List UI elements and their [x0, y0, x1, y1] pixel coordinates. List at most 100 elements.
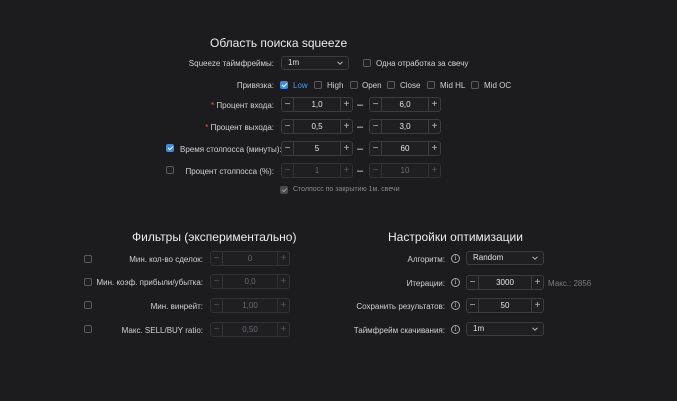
stoploss-percent-max-stepper[interactable]: − 10 +: [369, 163, 441, 178]
plus-icon: +: [277, 275, 289, 288]
filter-max-ratio-stepper[interactable]: − 0,50 +: [210, 322, 290, 337]
binding-open-label: Open: [362, 81, 382, 90]
plus-icon: +: [277, 252, 289, 265]
plus-icon[interactable]: +: [340, 120, 352, 133]
exit-min-value[interactable]: 0,5: [294, 120, 340, 133]
entry-max-value[interactable]: 6,0: [382, 98, 428, 111]
optimization-title: Настройки оптимизации: [388, 230, 523, 244]
filter-max-ratio-value: 0,50: [242, 325, 258, 334]
stoploss-close-checkbox[interactable]: [280, 186, 288, 194]
filter-min-trades-label: Мин. кол-во сделок:: [129, 255, 203, 264]
chevron-down-icon: [337, 61, 343, 65]
plus-icon[interactable]: +: [340, 142, 352, 155]
info-icon[interactable]: i: [451, 325, 460, 334]
exit-max-stepper[interactable]: − 3,0 +: [369, 119, 441, 134]
plus-icon: +: [277, 323, 289, 336]
filter-min-winrate-value: 1,00: [242, 301, 258, 310]
filters-title: Фильтры (экспериментально): [132, 230, 297, 244]
range-dash: –: [357, 99, 364, 111]
minus-icon[interactable]: −: [282, 98, 294, 111]
stoploss-percent-min-value: 1: [314, 166, 320, 175]
entry-percent-label: * Процент входа:: [210, 101, 274, 110]
minus-icon[interactable]: −: [282, 142, 294, 155]
binding-low-checkbox[interactable]: [280, 81, 288, 89]
plus-icon[interactable]: +: [340, 98, 352, 111]
download-timeframe-label: Таймфрейм скачивания:: [353, 326, 445, 335]
filter-min-pf-stepper[interactable]: − 0,0 +: [210, 274, 290, 289]
single-candle-checkbox[interactable]: [363, 59, 371, 67]
squeeze-timeframe-select[interactable]: 1m: [281, 56, 349, 70]
binding-midoc-label: Mid OC: [484, 81, 512, 90]
chevron-down-icon: [532, 327, 538, 331]
filter-min-winrate-label: Мин. винрейт:: [150, 302, 203, 311]
filter-min-trades-stepper[interactable]: − 0 +: [210, 251, 290, 266]
minus-icon: −: [211, 323, 223, 336]
filter-min-winrate-stepper[interactable]: − 1,00 +: [210, 298, 290, 313]
plus-icon[interactable]: +: [428, 120, 440, 133]
minus-icon: −: [282, 164, 294, 177]
squeeze-title: Область поиска squeeze: [210, 36, 348, 50]
stoploss-close-label: Столпосс по закрытию 1м. свечи: [293, 186, 400, 193]
iterations-label: Итерации:: [406, 279, 445, 288]
chevron-down-icon: [532, 256, 538, 260]
binding-midhl-checkbox[interactable]: [427, 81, 435, 89]
required-mark: *: [205, 123, 209, 132]
binding-close-checkbox[interactable]: [387, 81, 395, 89]
minus-icon[interactable]: −: [370, 120, 382, 133]
plus-icon: +: [277, 299, 289, 312]
plus-icon[interactable]: +: [531, 276, 543, 289]
minus-icon[interactable]: −: [282, 120, 294, 133]
minus-icon: −: [211, 275, 223, 288]
plus-icon[interactable]: +: [531, 299, 543, 312]
stoploss-percent-checkbox[interactable]: [166, 166, 174, 174]
iterations-value[interactable]: 3000: [479, 276, 531, 289]
filter-max-ratio-label: Макс. SELL/BUY ratio:: [121, 326, 203, 335]
binding-high-checkbox[interactable]: [314, 81, 322, 89]
binding-close-label: Close: [400, 81, 421, 90]
iterations-stepper[interactable]: − 3000 +: [466, 275, 544, 290]
plus-icon: +: [340, 164, 352, 177]
stoploss-time-min-stepper[interactable]: − 5 +: [281, 141, 353, 156]
stoploss-percent-label: Процент столпосса (%):: [185, 167, 274, 176]
squeeze-timeframes-label: Squeeze таймфреймы:: [188, 59, 274, 68]
range-dash: –: [357, 121, 364, 133]
range-dash: –: [357, 165, 364, 177]
download-timeframe-select[interactable]: 1m: [466, 322, 544, 336]
binding-low-label: Low: [293, 81, 308, 90]
algorithm-label: Алгоритм:: [407, 255, 446, 264]
algorithm-value: Random: [473, 253, 504, 262]
stoploss-time-checkbox[interactable]: [166, 144, 174, 152]
filter-min-pf-value: 0,0: [244, 277, 256, 286]
exit-percent-label: * Процент выхода:: [205, 123, 274, 132]
entry-max-stepper[interactable]: − 6,0 +: [369, 97, 441, 112]
info-icon[interactable]: i: [451, 301, 460, 310]
minus-icon[interactable]: −: [467, 299, 479, 312]
entry-min-value[interactable]: 1,0: [294, 98, 340, 111]
exit-min-stepper[interactable]: − 0,5 +: [281, 119, 353, 134]
stoploss-percent-max-value: 10: [400, 166, 410, 175]
info-icon[interactable]: i: [451, 254, 460, 263]
plus-icon[interactable]: +: [428, 98, 440, 111]
stoploss-time-max-stepper[interactable]: − 60 +: [369, 141, 441, 156]
info-icon[interactable]: i: [451, 278, 460, 287]
stoploss-time-label: Время столпосса (минуты):: [180, 145, 282, 154]
binding-midoc-checkbox[interactable]: [471, 81, 479, 89]
stoploss-percent-min-stepper[interactable]: − 1 +: [281, 163, 353, 178]
minus-icon[interactable]: −: [370, 98, 382, 111]
minus-icon[interactable]: −: [467, 276, 479, 289]
algorithm-select[interactable]: Random: [466, 251, 544, 265]
stoploss-time-min-value[interactable]: 5: [294, 142, 340, 155]
binding-high-label: High: [327, 81, 344, 90]
stoploss-time-max-value[interactable]: 60: [382, 142, 428, 155]
required-mark: *: [210, 101, 215, 110]
exit-max-value[interactable]: 3,0: [382, 120, 428, 133]
minus-icon: −: [211, 252, 223, 265]
minus-icon[interactable]: −: [370, 142, 382, 155]
entry-min-stepper[interactable]: − 1,0 +: [281, 97, 353, 112]
plus-icon[interactable]: +: [428, 142, 440, 155]
filter-min-pf-label: Мин. коэф. прибыли/убытка:: [96, 278, 203, 287]
binding-open-checkbox[interactable]: [350, 81, 358, 89]
save-results-value[interactable]: 50: [479, 299, 531, 312]
binding-label: Привязка:: [236, 81, 274, 90]
save-results-stepper[interactable]: − 50 +: [466, 298, 544, 313]
